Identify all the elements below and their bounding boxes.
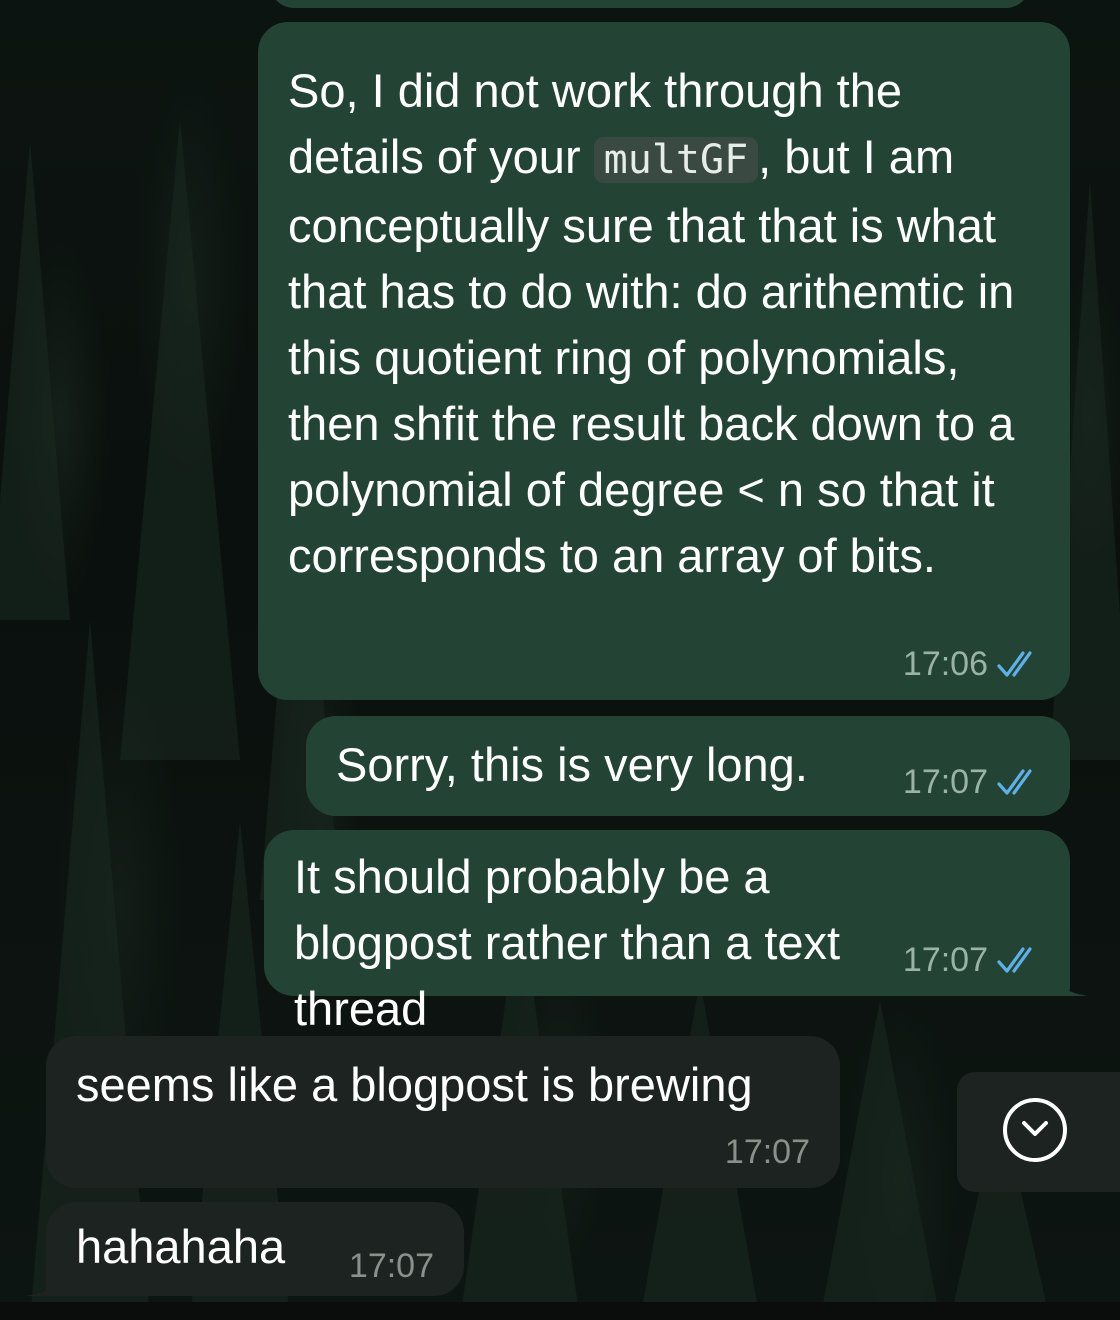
outgoing-message-bubble[interactable]: Sorry, this is very long. 17:07 [306,716,1070,816]
bubble-tail [1048,962,1088,996]
outgoing-message-bubble[interactable]: So, I did not work through the details o… [258,22,1070,700]
bottom-edge [0,1302,1120,1320]
inline-code: multGF [593,137,759,183]
incoming-message-bubble[interactable]: hahahaha 17:07 [26,1202,464,1296]
double-check-icon [997,947,1032,973]
message-meta: 17:07 [903,940,1042,980]
previous-message-bubble-edge [270,0,1030,8]
message-text: Sorry, this is very long. [336,738,808,791]
message-meta: 17:07 [725,1132,810,1172]
message-time: 17:07 [902,941,988,979]
message-meta: 17:07 [349,1246,434,1286]
message-meta: 17:07 [903,762,1042,802]
message-text: seems like a blogpost is brewing [76,1058,753,1111]
bubble-tail [26,1262,66,1296]
message-text: It should probably be a blogpost rather … [294,850,841,1035]
message-time: 17:07 [724,1133,810,1171]
double-check-icon [997,769,1032,795]
scroll-to-bottom-button[interactable] [957,1072,1120,1192]
outgoing-message-bubble[interactable]: It should probably be a blogpost rather … [264,830,1088,1035]
chevron-down-circle-icon [1003,1098,1067,1162]
message-time: 17:07 [348,1247,434,1285]
message-text: hahahaha [76,1220,286,1273]
chevron-down-icon [1022,1121,1048,1136]
message-time: 17:06 [902,645,988,683]
double-check-icon [997,651,1032,677]
message-text: So, I did not work through the details o… [288,64,1015,582]
message-time: 17:07 [902,763,988,801]
message-meta: 17:06 [903,644,1042,684]
incoming-message-bubble[interactable]: seems like a blogpost is brewing 17:07 [46,1036,840,1188]
